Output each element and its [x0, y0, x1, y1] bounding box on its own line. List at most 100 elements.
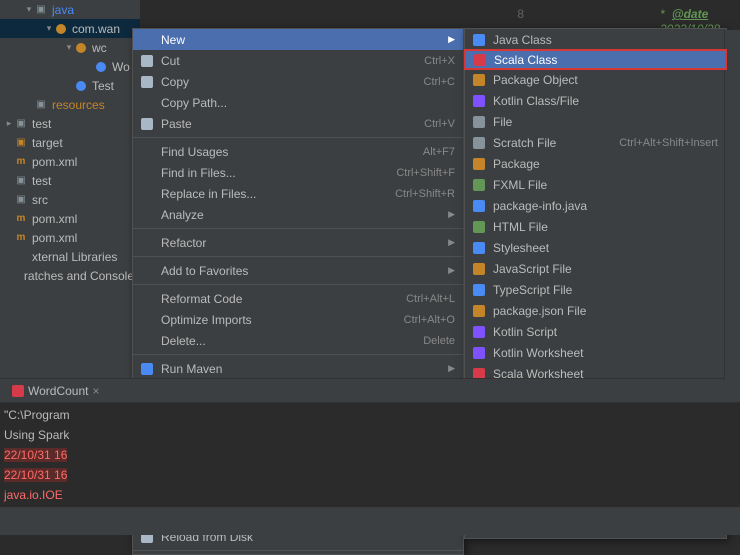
tree-label: ratches and Consoles	[24, 269, 140, 283]
json-icon	[471, 303, 487, 319]
folder-icon: ▣	[34, 98, 48, 112]
menu-item-run-maven[interactable]: Run Maven▶	[133, 358, 463, 379]
menu-label: package.json File	[493, 304, 718, 318]
tree-item[interactable]: mpom.xml	[0, 152, 140, 171]
menu-label: Kotlin Script	[493, 325, 718, 339]
folder-icon: ▣	[14, 117, 28, 131]
tool-window-tabs[interactable]: WordCount ×	[0, 379, 740, 403]
tree-label: pom.xml	[32, 155, 77, 169]
menu-item-add-to-favorites[interactable]: Add to Favorites▶	[133, 260, 463, 281]
menu-item-find-usages[interactable]: Find UsagesAlt+F7	[133, 141, 463, 162]
tree-item[interactable]: ▣src	[0, 190, 140, 209]
menu-item-javascript-file[interactable]: JavaScript File	[465, 258, 726, 279]
wordcount-tab[interactable]: WordCount ×	[4, 382, 108, 400]
console-line: Using Spark	[4, 425, 736, 445]
expand-arrow-icon[interactable]: ▸	[4, 118, 14, 129]
menu-item-package-object[interactable]: Package Object	[465, 69, 726, 90]
expand-arrow-icon[interactable]: ▾	[44, 23, 54, 34]
menu-item-kotlin-class-file[interactable]: Kotlin Class/File	[465, 90, 726, 111]
menu-item-scala-class[interactable]: Scala Class	[464, 49, 727, 70]
shortcut-label: Ctrl+Shift+R	[395, 188, 455, 200]
tree-item[interactable]: mpom.xml	[0, 228, 140, 247]
package-icon	[54, 22, 68, 36]
menu-item-scratch-file[interactable]: Scratch FileCtrl+Alt+Shift+Insert	[465, 132, 726, 153]
scala-icon	[472, 52, 488, 68]
menu-item-refactor[interactable]: Refactor▶	[133, 232, 463, 253]
menu-item-typescript-file[interactable]: TypeScript File	[465, 279, 726, 300]
folder-icon: ▣	[14, 136, 28, 150]
js-icon	[471, 261, 487, 277]
tree-item[interactable]: Wo	[0, 57, 140, 76]
menu-label: Paste	[161, 117, 424, 131]
menu-item-package-json-file[interactable]: package.json File	[465, 300, 726, 321]
menu-item-fxml-file[interactable]: FXML File	[465, 174, 726, 195]
tree-item[interactable]: ratches and Consoles	[0, 266, 140, 285]
fxml-icon	[471, 177, 487, 193]
tree-item[interactable]: ▾▣java	[0, 0, 140, 19]
menu-label: HTML File	[493, 220, 718, 234]
menu-item-cut[interactable]: CutCtrl+X	[133, 50, 463, 71]
tree-label: com.wan	[72, 22, 120, 36]
menu-label: JavaScript File	[493, 262, 718, 276]
shortcut-label: Ctrl+V	[424, 118, 455, 130]
expand-arrow-icon[interactable]: ▾	[24, 4, 34, 15]
shortcut-label: Ctrl+Alt+Shift+Insert	[619, 137, 718, 149]
menu-item-kotlin-script[interactable]: Kotlin Script	[465, 321, 726, 342]
scratch-icon	[471, 135, 487, 151]
menu-item-kotlin-worksheet[interactable]: Kotlin Worksheet	[465, 342, 726, 363]
menu-item-copy-path-[interactable]: Copy Path...	[133, 92, 463, 113]
tree-item[interactable]: ▣resources	[0, 95, 140, 114]
blank-icon	[139, 291, 155, 307]
tree-item[interactable]: ▣ target	[0, 133, 140, 152]
menu-label: Optimize Imports	[161, 313, 404, 327]
menu-item-analyze[interactable]: Analyze▶	[133, 204, 463, 225]
class-icon	[74, 79, 88, 93]
tree-item[interactable]: mpom.xml	[0, 209, 140, 228]
console-output[interactable]: "C:\ProgramUsing Spark22/10/31 1622/10/3…	[0, 403, 740, 507]
submenu-arrow-icon: ▶	[448, 209, 455, 220]
blank-icon	[139, 235, 155, 251]
tree-item[interactable]: xternal Libraries	[0, 247, 140, 266]
close-icon[interactable]: ×	[92, 384, 99, 398]
tree-item[interactable]: Test	[0, 76, 140, 95]
menu-item-java-class[interactable]: Java Class	[465, 29, 726, 50]
menu-item-package-info-java[interactable]: package-info.java	[465, 195, 726, 216]
tree-label: target	[32, 136, 63, 150]
menu-label: Java Class	[493, 33, 718, 47]
menu-item-delete-[interactable]: Delete...Delete	[133, 330, 463, 351]
menu-item-html-file[interactable]: HTML File	[465, 216, 726, 237]
blank-icon	[139, 32, 155, 48]
menu-item-new[interactable]: New▶	[133, 29, 463, 50]
menu-item-stylesheet[interactable]: Stylesheet	[465, 237, 726, 258]
submenu-arrow-icon: ▶	[448, 237, 455, 248]
menu-item-package[interactable]: Package	[465, 153, 726, 174]
menu-item-paste[interactable]: PasteCtrl+V	[133, 113, 463, 134]
blank-icon	[139, 263, 155, 279]
tree-item[interactable]: ▣test	[0, 171, 140, 190]
menu-label: Package Object	[493, 73, 718, 87]
shortcut-label: Alt+F7	[423, 146, 455, 158]
maven-run-icon	[139, 361, 155, 377]
menu-item-file[interactable]: File	[465, 111, 726, 132]
tree-label: java	[52, 3, 74, 17]
menu-item-copy[interactable]: CopyCtrl+C	[133, 71, 463, 92]
menu-item-optimize-imports[interactable]: Optimize ImportsCtrl+Alt+O	[133, 309, 463, 330]
tree-item[interactable]: ▸▣test	[0, 114, 140, 133]
class-icon	[94, 60, 108, 74]
menu-label: Replace in Files...	[161, 187, 395, 201]
blank-icon	[139, 312, 155, 328]
tree-label: pom.xml	[32, 212, 77, 226]
menu-label: Refactor	[161, 236, 448, 250]
tree-item[interactable]: ▾wc	[0, 38, 140, 57]
menu-item-replace-in-files-[interactable]: Replace in Files...Ctrl+Shift+R	[133, 183, 463, 204]
menu-item-reformat-code[interactable]: Reformat CodeCtrl+Alt+L	[133, 288, 463, 309]
expand-arrow-icon[interactable]: ▾	[64, 42, 74, 53]
menu-label: Scala Class	[494, 53, 717, 67]
submenu-arrow-icon: ▶	[448, 34, 455, 45]
shortcut-label: Ctrl+C	[424, 76, 455, 88]
menu-item-find-in-files-[interactable]: Find in Files...Ctrl+Shift+F	[133, 162, 463, 183]
shortcut-label: Ctrl+Alt+O	[404, 314, 455, 326]
menu-label: Add to Favorites	[161, 264, 448, 278]
project-tree[interactable]: ▾▣java▾com.wan▾wcWoTest▣resources▸▣test▣…	[0, 0, 140, 380]
tree-item[interactable]: ▾ com.wan	[0, 19, 140, 38]
